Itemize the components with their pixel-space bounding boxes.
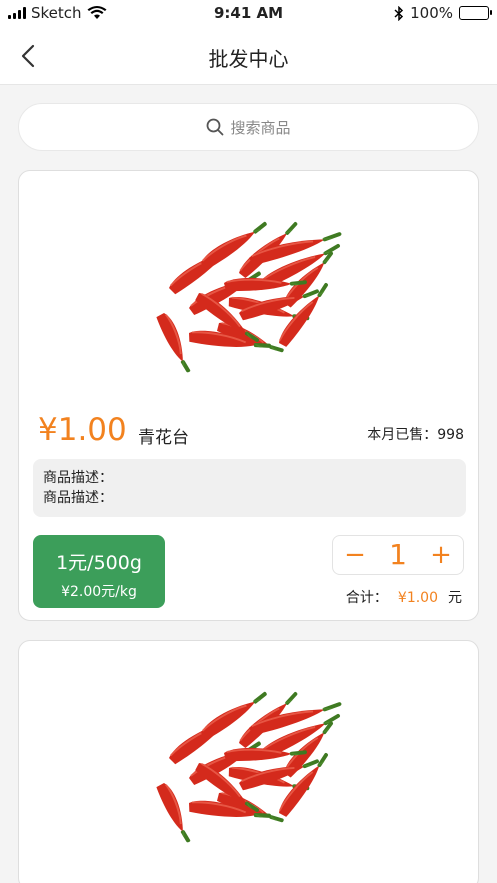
- product-image: [129, 653, 369, 877]
- product-card[interactable]: ¥1.00 青花台 本月已售：998 商品描述： 商品描述： 1元/500g ¥…: [18, 170, 479, 621]
- quantity-stepper[interactable]: − 1 +: [332, 535, 464, 575]
- total-label: 合计：: [345, 590, 388, 606]
- total-amount: ¥1.00: [397, 590, 438, 606]
- monthly-sales: 本月已售：998: [367, 427, 464, 443]
- status-right: 100%: [394, 4, 492, 22]
- status-bar: Sketch 9:41 AM 100%: [0, 0, 497, 28]
- product-description: 商品描述： 商品描述：: [33, 459, 466, 517]
- bluetooth-icon: [394, 5, 404, 21]
- unit-option-button[interactable]: 1元/500g ¥2.00元/kg: [33, 535, 165, 608]
- total-row: 合计： ¥1.00 元: [346, 587, 462, 607]
- product-name: 青花台: [138, 428, 189, 448]
- battery-percent: 100%: [410, 4, 453, 22]
- search-icon: [207, 118, 224, 136]
- unit-price-main: 1元/500g: [56, 552, 142, 574]
- battery-icon: [459, 6, 492, 20]
- product-price: ¥1.00: [38, 412, 127, 448]
- product-card[interactable]: [18, 640, 479, 883]
- description-line: 商品描述：: [43, 470, 113, 486]
- search-placeholder: 搜索商品: [230, 118, 291, 137]
- product-image: [129, 183, 369, 407]
- nav-bar: 批发中心: [0, 28, 497, 85]
- total-unit: 元: [448, 590, 462, 606]
- unit-price-sub: ¥2.00元/kg: [61, 584, 137, 600]
- search-input[interactable]: 搜索商品: [18, 103, 479, 151]
- increase-button[interactable]: +: [429, 542, 453, 568]
- quantity-value: 1: [389, 538, 407, 571]
- description-line: 商品描述：: [43, 490, 113, 506]
- page-title: 批发中心: [208, 47, 289, 71]
- decrease-button[interactable]: −: [343, 542, 367, 568]
